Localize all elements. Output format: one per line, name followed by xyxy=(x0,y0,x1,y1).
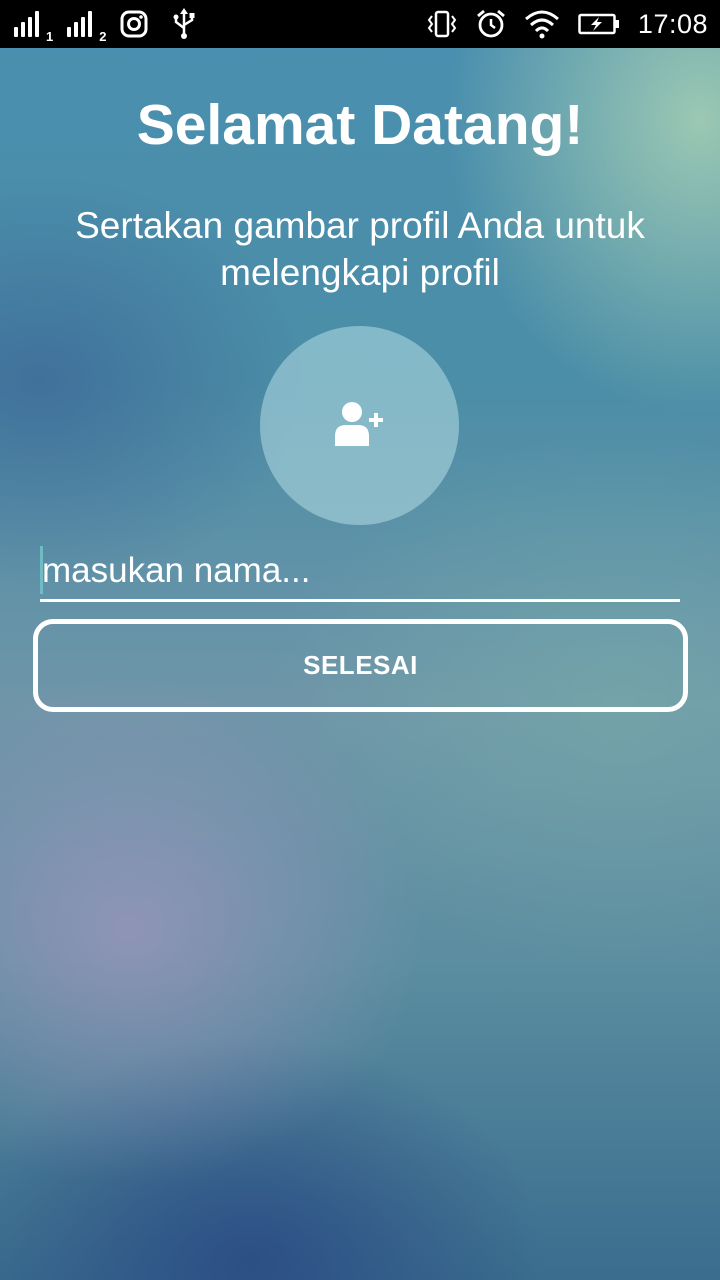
battery-charging-icon xyxy=(578,12,620,36)
sim1-label: 1 xyxy=(46,29,54,44)
status-bar-left: 1 2 xyxy=(14,8,220,44)
sim2-label: 2 xyxy=(99,29,107,44)
signal-sim2-icon xyxy=(67,11,95,37)
usb-icon xyxy=(172,8,196,40)
add-user-icon xyxy=(334,400,385,451)
status-bar: 1 2 17:08 xyxy=(0,0,720,48)
wifi-icon xyxy=(524,9,560,39)
status-time: 17:08 xyxy=(637,8,708,39)
vibrate-icon xyxy=(426,10,458,38)
instagram-icon xyxy=(120,10,148,38)
page-title: Selamat Datang! xyxy=(136,93,584,157)
profile-picture-picker[interactable] xyxy=(260,326,459,525)
status-bar-right: 17:08 xyxy=(426,9,708,40)
done-button[interactable]: SELESAI xyxy=(33,619,688,712)
signal-sim1-icon xyxy=(14,11,42,37)
page-subtitle: Sertakan gambar profil Anda untuk meleng… xyxy=(75,205,645,293)
alarm-icon xyxy=(476,9,506,39)
name-input[interactable] xyxy=(40,548,680,602)
